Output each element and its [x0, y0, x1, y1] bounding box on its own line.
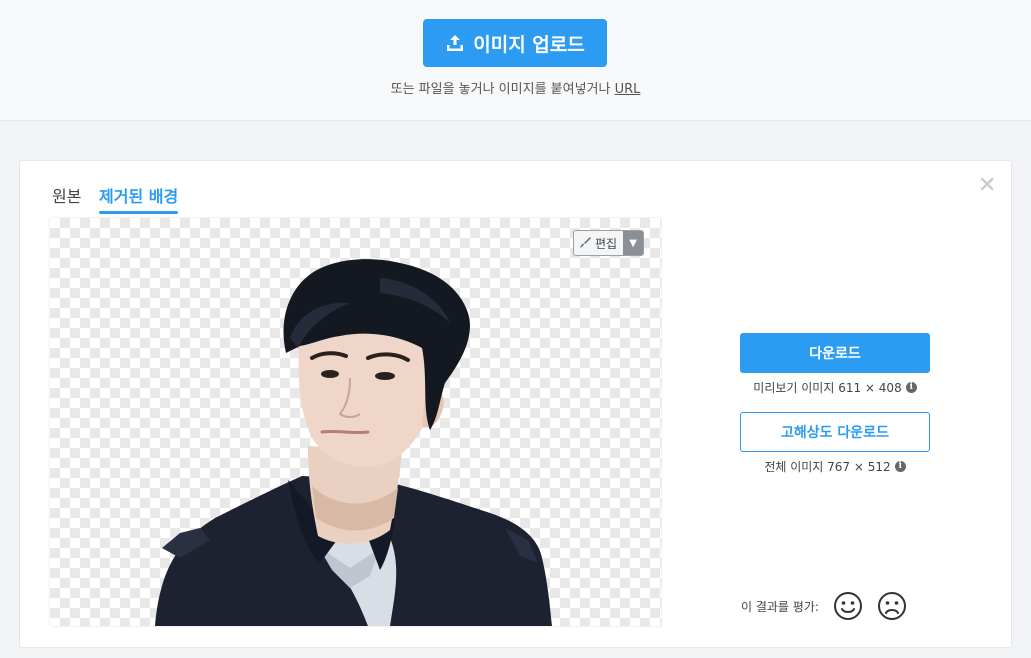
upload-area: 이미지 업로드 또는 파일을 놓거나 이미지를 붙여넣거나 URL: [0, 0, 1031, 121]
upload-image-button[interactable]: 이미지 업로드: [423, 19, 607, 67]
sad-face-icon[interactable]: [877, 591, 907, 621]
person-cutout-image: [155, 259, 552, 626]
url-link[interactable]: URL: [615, 82, 641, 97]
full-info: 전체 이미지 767 × 512 i: [720, 458, 950, 475]
caret-down-icon[interactable]: ▼: [623, 231, 644, 255]
edit-button-group: 편집 ▼: [573, 230, 645, 256]
preview-info: 미리보기 이미지 611 × 408 i: [720, 379, 950, 396]
result-preview-image: 편집 ▼: [50, 218, 661, 626]
upload-image-label: 이미지 업로드: [473, 33, 585, 56]
info-icon[interactable]: i: [905, 382, 917, 393]
brush-icon: [580, 237, 591, 248]
download-button[interactable]: 다운로드: [740, 333, 930, 373]
info-icon[interactable]: i: [894, 461, 906, 472]
edit-label: 편집: [595, 236, 618, 251]
upload-icon: [447, 35, 464, 51]
tab-original[interactable]: 원본: [52, 183, 81, 207]
tab-removed-background[interactable]: 제거된 배경: [99, 183, 179, 214]
upload-hint: 또는 파일을 놓거나 이미지를 붙여넣거나 URL: [0, 78, 1031, 97]
edit-button[interactable]: 편집: [574, 231, 623, 255]
close-icon[interactable]: ✕: [978, 175, 996, 197]
smile-face-icon[interactable]: [833, 591, 863, 621]
result-card: ✕ 원본 제거된 배경 편집 ▼ 다운로드 미리보기 이미지 611 × 408…: [19, 160, 1012, 648]
upload-hint-text: 또는 파일을 놓거나 이미지를 붙여넣거나: [390, 82, 615, 97]
full-info-text: 전체 이미지 767 × 512: [764, 460, 891, 474]
preview-info-text: 미리보기 이미지 611 × 408: [753, 381, 902, 395]
hd-download-button[interactable]: 고해상도 다운로드: [740, 412, 930, 452]
rate-label: 이 결과를 평가:: [741, 599, 819, 614]
rating-area: 이 결과를 평가:: [741, 591, 907, 621]
